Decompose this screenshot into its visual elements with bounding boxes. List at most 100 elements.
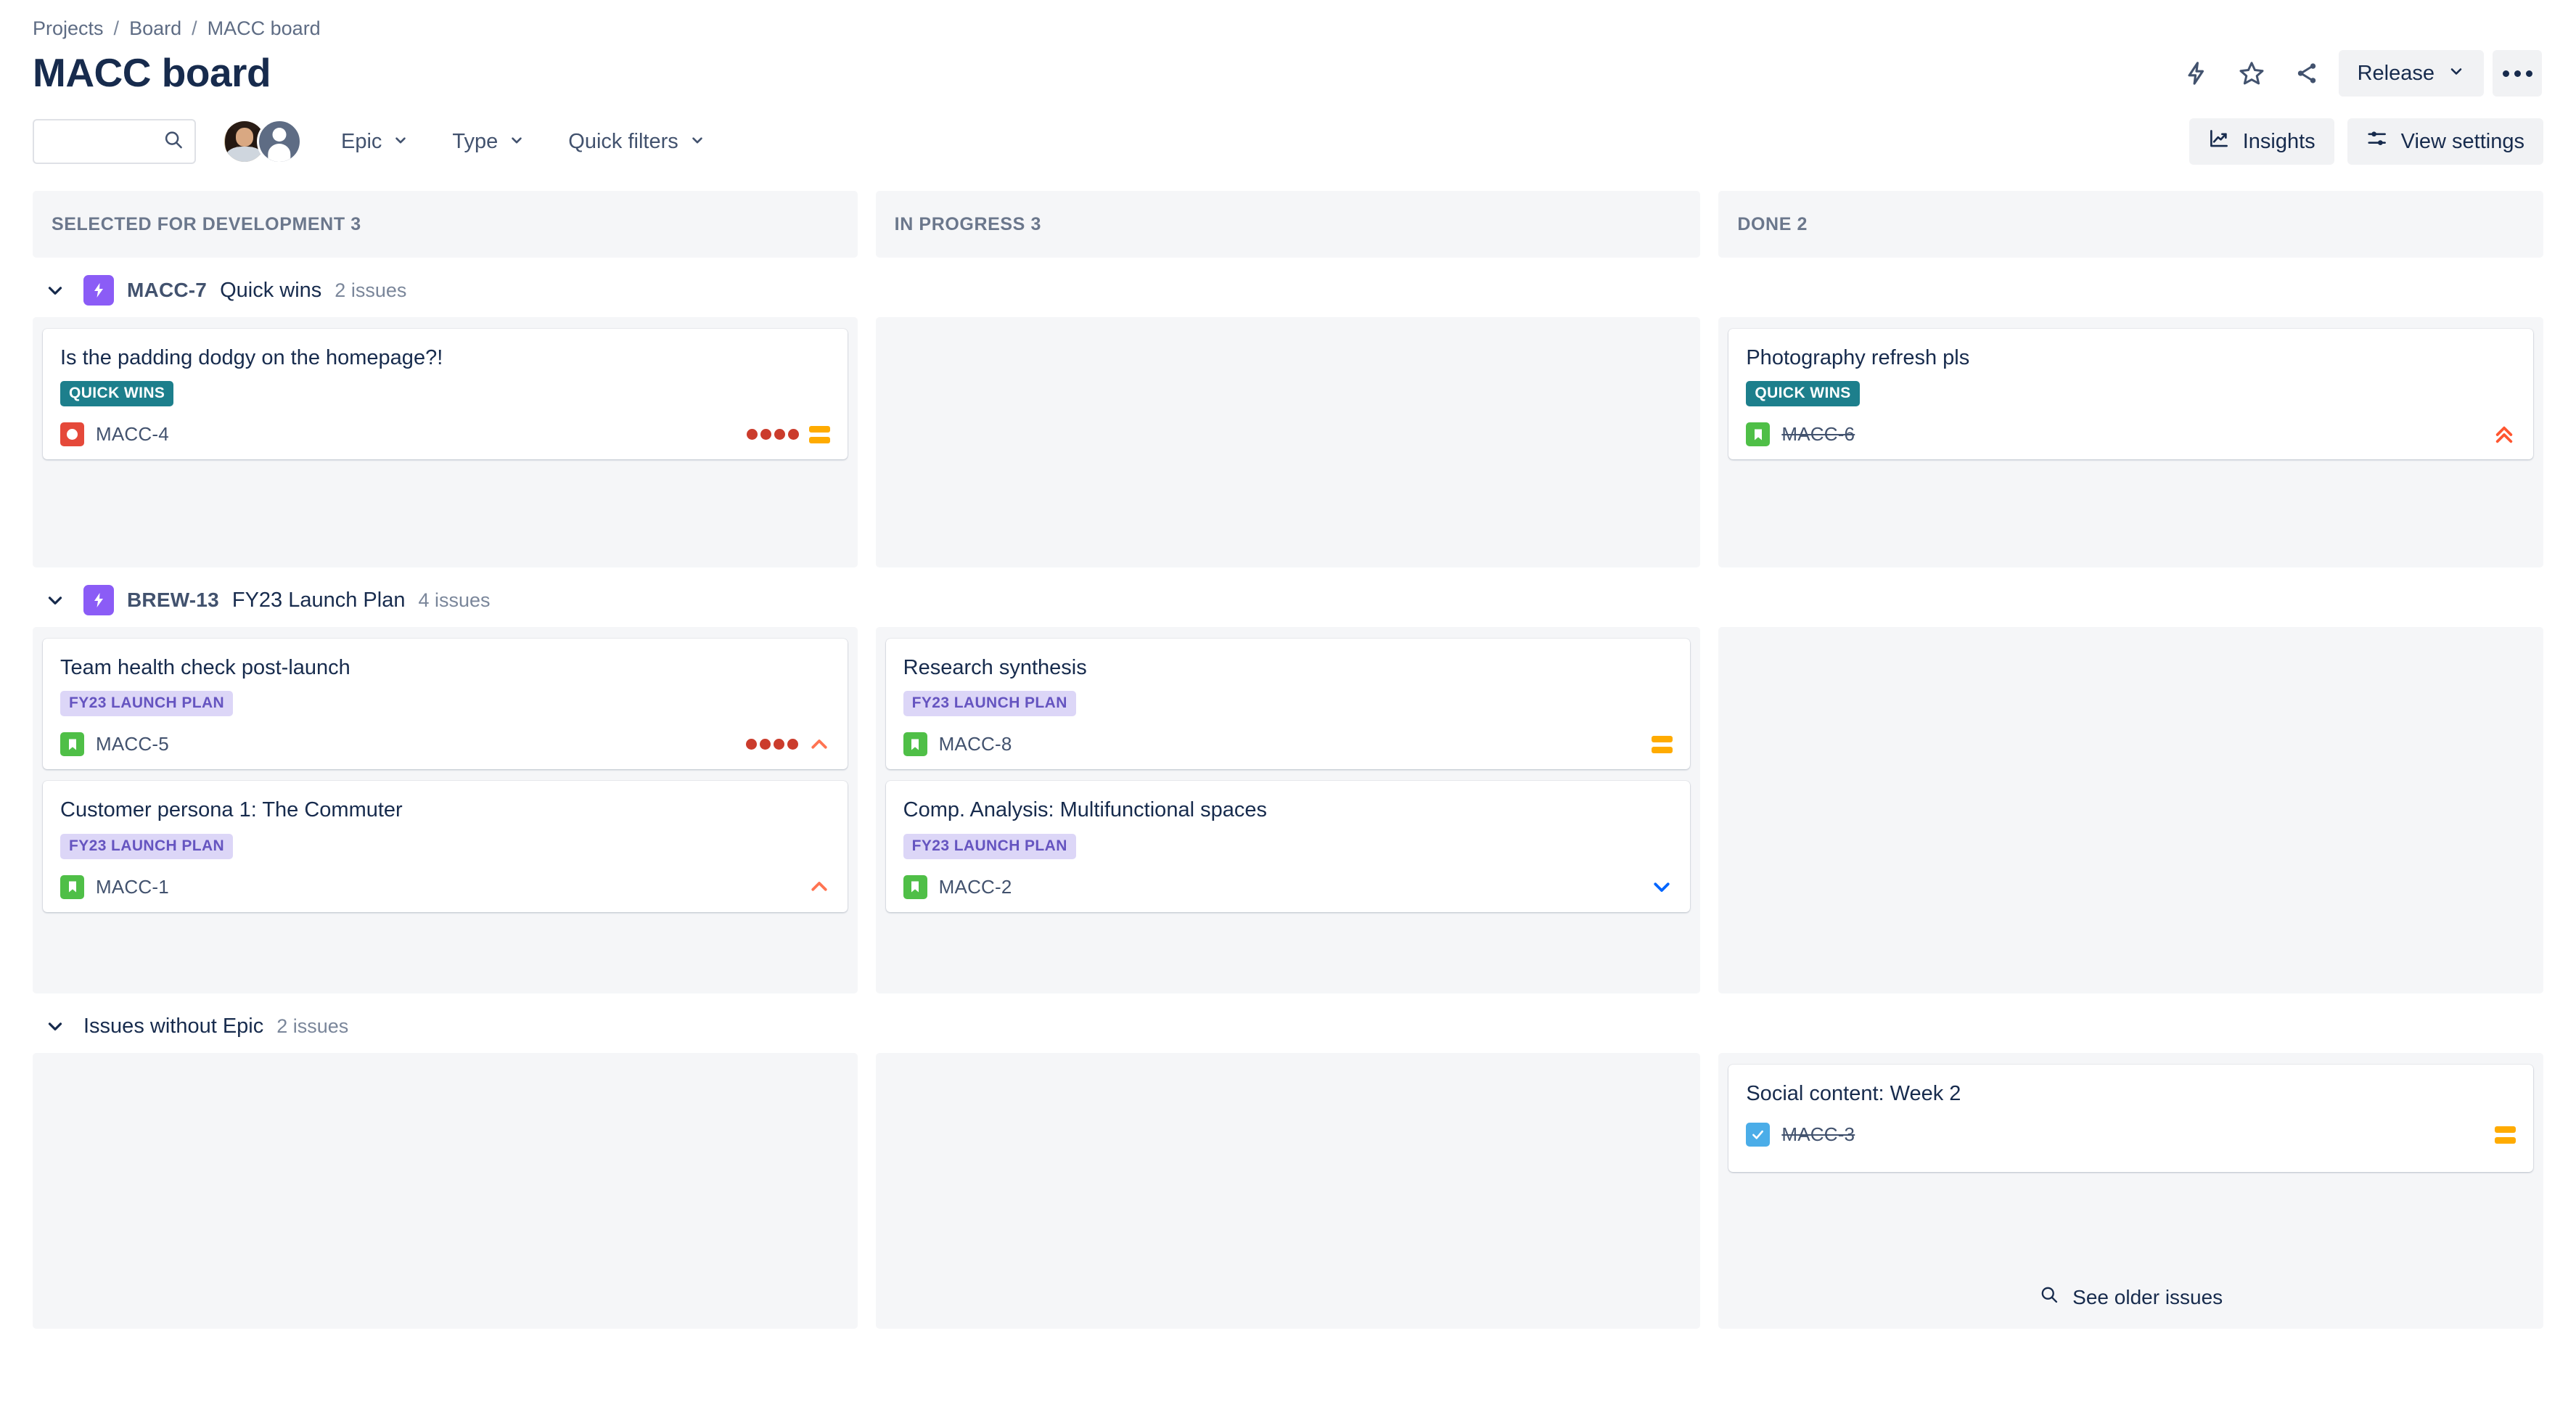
bug-issue-type-icon (60, 422, 84, 447)
release-button[interactable]: Release (2338, 50, 2484, 97)
swimlane-column-in-progress[interactable] (875, 1053, 1701, 1329)
filter-bar: Epic Type Quick filters Insights View se… (33, 118, 2543, 165)
issue-key[interactable]: MACC-3 (1781, 1123, 1855, 1146)
card-epic-label: FY23 LAUNCH PLAN (60, 691, 234, 717)
lightning-bolt-icon[interactable] (2173, 50, 2220, 97)
priority-low-icon (1651, 876, 1673, 898)
insights-chart-icon (2208, 128, 2230, 155)
issue-key[interactable]: MACC-1 (96, 876, 169, 898)
quick-filters-dropdown[interactable]: Quick filters (564, 123, 709, 161)
type-filter-label: Type (452, 129, 499, 153)
type-filter-dropdown[interactable]: Type (448, 123, 529, 161)
star-icon[interactable] (2228, 50, 2275, 97)
card-epic-label: FY23 LAUNCH PLAN (60, 833, 234, 859)
epic-filter-label: Epic (341, 129, 382, 153)
avatar-default-user[interactable] (257, 119, 302, 164)
card-epic-label: QUICK WINS (1746, 381, 1860, 407)
swimlane-fy23-launch-plan: BREW-13 FY23 Launch Plan 4 issues Team hea… (33, 573, 2544, 993)
title-row: MACC board Release (33, 50, 2543, 97)
issue-key[interactable]: MACC-5 (96, 733, 169, 755)
search-field-wrapper (33, 119, 196, 164)
avatar-group (222, 119, 302, 164)
breadcrumb-projects[interactable]: Projects (33, 17, 104, 40)
issue-card-title: Photography refresh pls (1746, 346, 1970, 369)
swimlane-body: Team health check post-launch FY23 LAUNC… (33, 627, 2544, 993)
quick-filters-label: Quick filters (568, 129, 678, 153)
issue-card[interactable]: Social content: Week 2 MACC-3 (1728, 1065, 2534, 1172)
breadcrumb-board[interactable]: Board (129, 17, 181, 40)
swimlane-quick-wins: MACC-7 Quick wins 2 issues Is the padding … (33, 263, 2544, 567)
breadcrumb-current: MACC board (207, 17, 321, 39)
issue-card[interactable]: Customer persona 1: The Commuter FY23 LA… (43, 781, 848, 912)
card-epic-label: QUICK WINS (60, 381, 174, 407)
story-issue-type-icon (903, 732, 927, 757)
story-issue-type-icon (60, 732, 84, 757)
swimlane-header: Issues without Epic 2 issues (33, 999, 2543, 1053)
filter-controls: Epic Type Quick filters (33, 119, 710, 164)
swimlane-body: Social content: Week 2 MACC-3 See older … (33, 1053, 2544, 1329)
swimlane-column-done[interactable]: Social content: Week 2 MACC-3 See older … (1718, 1053, 2544, 1329)
swimlane-body: Is the padding dodgy on the homepage?! Q… (33, 317, 2544, 567)
breadcrumb-separator-1: / (113, 17, 120, 39)
issue-card-footer: MACC-5 (60, 732, 830, 757)
swimlane-column-in-progress[interactable] (875, 317, 1701, 567)
swimlane-column-selected-for-development[interactable]: Is the padding dodgy on the homepage?! Q… (33, 317, 858, 567)
issue-card-footer: MACC-3 (1746, 1123, 2516, 1147)
column-header-selected-for-development: SELECTED FOR DEVELOPMENT 3 (33, 191, 858, 258)
column-headers: SELECTED FOR DEVELOPMENT 3 IN PROGRESS 3… (33, 191, 2544, 258)
more-options-icon[interactable] (2493, 50, 2542, 97)
issue-card[interactable]: Team health check post-launch FY23 LAUNC… (43, 639, 848, 770)
swimlane-collapse-toggle[interactable] (40, 1011, 70, 1041)
priority-medium-icon (1652, 735, 1673, 753)
issue-card-title: Is the padding dodgy on the homepage?! (60, 346, 443, 369)
sliders-icon (2366, 128, 2388, 155)
swimlane-epic-name: Quick wins (220, 278, 322, 302)
issue-card-footer: MACC-8 (903, 732, 1673, 757)
column-header-in-progress: IN PROGRESS 3 (875, 191, 1701, 258)
days-in-column-indicator (745, 739, 798, 750)
search-icon (2039, 1284, 2059, 1310)
swimlane-epic-key[interactable]: MACC-7 (127, 279, 207, 302)
page-title: MACC board (33, 50, 271, 96)
story-issue-type-icon (1746, 422, 1771, 447)
swimlane-column-in-progress[interactable]: Research synthesis FY23 LAUNCH PLAN MACC… (875, 627, 1701, 993)
swimlane-column-done[interactable]: Photography refresh pls QUICK WINS MACC-… (1718, 317, 2544, 567)
share-icon[interactable] (2284, 50, 2330, 97)
view-settings-button[interactable]: View settings (2347, 118, 2543, 165)
column-header-done: DONE 2 (1718, 191, 2544, 258)
priority-medium-icon (2495, 1126, 2516, 1144)
swimlane-issue-count: 2 issues (335, 279, 407, 301)
issue-key[interactable]: MACC-4 (96, 423, 169, 446)
swimlane-column-selected-for-development[interactable]: Team health check post-launch FY23 LAUNC… (33, 627, 858, 993)
issue-card-title: Research synthesis (903, 656, 1087, 679)
issue-card-title: Comp. Analysis: Multifunctional spaces (903, 798, 1267, 822)
epic-lightning-icon (83, 585, 114, 615)
swimlane-collapse-toggle[interactable] (40, 585, 70, 615)
issue-card[interactable]: Is the padding dodgy on the homepage?! Q… (43, 329, 848, 460)
swimlane-epic-name: Issues without Epic (83, 1014, 264, 1038)
see-older-issues-button[interactable]: See older issues (1728, 1266, 2533, 1317)
issue-card[interactable]: Research synthesis FY23 LAUNCH PLAN MACC… (885, 639, 1691, 770)
issue-key[interactable]: MACC-8 (939, 733, 1012, 755)
issue-card-footer: MACC-2 (903, 874, 1673, 899)
issue-card[interactable]: Comp. Analysis: Multifunctional spaces F… (885, 781, 1691, 912)
search-input[interactable] (33, 119, 196, 164)
issue-card[interactable]: Photography refresh pls QUICK WINS MACC-… (1728, 329, 2534, 460)
chevron-down-icon (509, 130, 525, 154)
issue-key[interactable]: MACC-2 (939, 876, 1012, 898)
swimlane-collapse-toggle[interactable] (40, 275, 70, 306)
header-actions: Release (2173, 50, 2543, 97)
swimlane-issue-count: 2 issues (276, 1015, 349, 1037)
priority-high-icon (808, 734, 830, 755)
chevron-down-icon (2448, 62, 2465, 86)
board-content: SELECTED FOR DEVELOPMENT 3 IN PROGRESS 3… (33, 191, 2544, 1329)
swimlane-column-selected-for-development[interactable] (33, 1053, 858, 1329)
card-epic-label: FY23 LAUNCH PLAN (903, 833, 1076, 859)
epic-filter-dropdown[interactable]: Epic (337, 123, 413, 161)
insights-button[interactable]: Insights (2189, 118, 2334, 165)
issue-key[interactable]: MACC-6 (1781, 423, 1855, 446)
swimlane-column-done[interactable] (1718, 627, 2544, 993)
swimlane-epic-key[interactable]: BREW-13 (127, 589, 219, 612)
issue-card-title: Team health check post-launch (60, 656, 350, 679)
swimlanes: MACC-7 Quick wins 2 issues Is the padding … (33, 263, 2544, 1329)
